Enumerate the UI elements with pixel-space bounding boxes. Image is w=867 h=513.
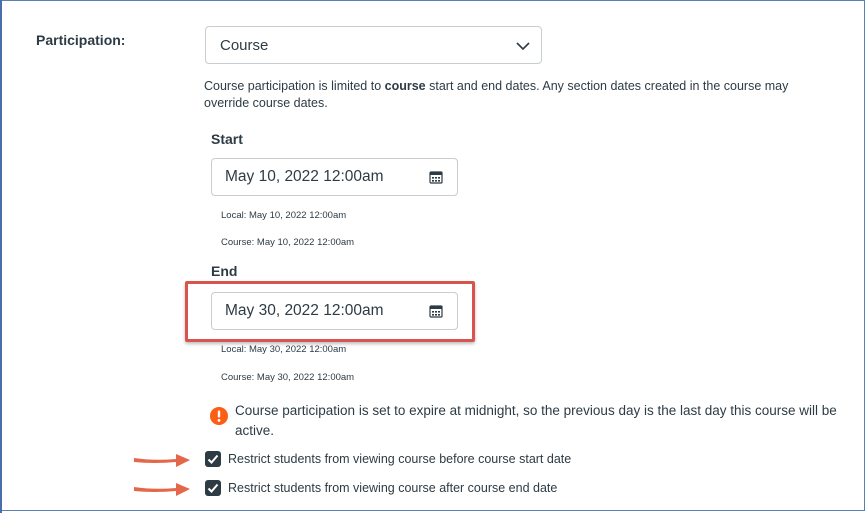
participation-help-text: Course participation is limited to cours… <box>204 79 789 110</box>
left-edge <box>0 0 2 513</box>
checkmark-icon <box>207 454 219 464</box>
participation-select-value: Course <box>220 37 269 54</box>
end-local-time: Local: May 30, 2022 12:00am <box>221 344 347 355</box>
start-course-time: Course: May 10, 2022 12:00am <box>221 237 355 248</box>
chevron-down-icon <box>516 42 530 51</box>
checkbox-box[interactable] <box>205 480 221 496</box>
participation-label: Participation: <box>36 32 126 48</box>
start-local-time: Local: May 10, 2022 12:00am <box>221 210 347 221</box>
end-heading: End <box>211 263 238 279</box>
end-date-highlight <box>185 281 475 342</box>
warning-text: Course participation is set to expire at… <box>235 403 837 438</box>
warning-icon <box>210 407 228 425</box>
start-date-value: May 10, 2022 12:00am <box>225 168 384 185</box>
calendar-icon[interactable] <box>429 170 443 184</box>
start-date-input[interactable]: May 10, 2022 12:00am <box>211 158 458 196</box>
checkbox-label[interactable]: Restrict students from viewing course af… <box>228 481 557 495</box>
checkbox-box[interactable] <box>205 451 221 467</box>
end-course-time: Course: May 30, 2022 12:00am <box>221 372 355 383</box>
participation-select[interactable]: Course <box>205 26 542 64</box>
start-heading: Start <box>211 131 243 147</box>
arrow-right-icon <box>134 483 190 496</box>
checkmark-icon <box>207 483 219 493</box>
help-bold-word: course <box>384 79 426 93</box>
checkbox-label[interactable]: Restrict students from viewing course be… <box>228 452 571 466</box>
arrow-right-icon <box>134 454 190 467</box>
